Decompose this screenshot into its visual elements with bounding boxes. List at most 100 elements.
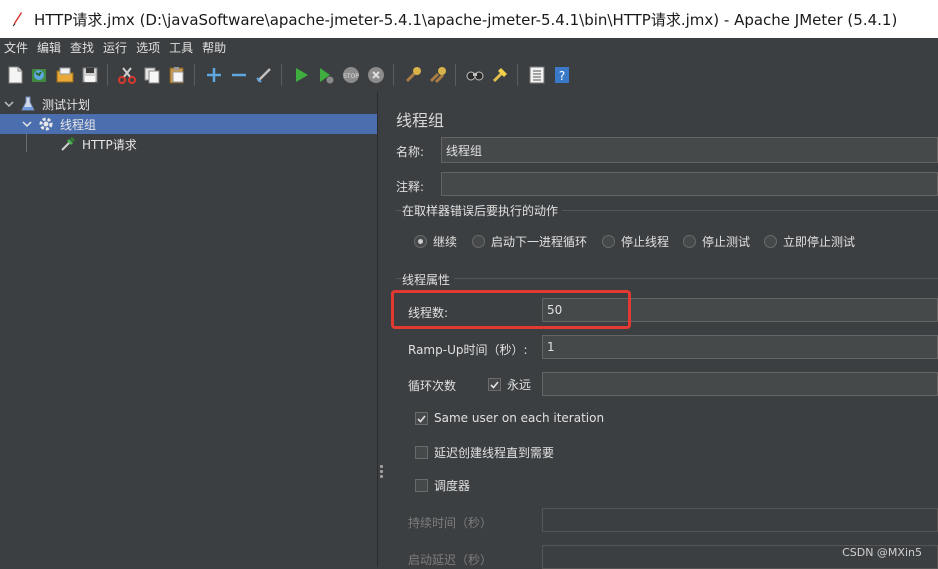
menu-file[interactable]: 文件 xyxy=(0,38,33,58)
startup-delay-label: 启动延迟（秒） xyxy=(408,553,493,567)
radio-stop-thread[interactable]: 停止线程 xyxy=(602,233,669,250)
group-border xyxy=(396,278,938,279)
rampup-label: Ramp-Up时间（秒）: xyxy=(408,343,528,357)
error-action-group-title: 在取样器错误后要执行的动作 xyxy=(402,202,563,219)
test-plan-tree: 测试计划 线程组 HTTP请求 xyxy=(0,92,377,567)
same-user-checkbox[interactable]: Same user on each iteration xyxy=(415,411,604,425)
toolbar-separator xyxy=(393,64,394,86)
radio-continue[interactable]: 继续 xyxy=(414,233,457,250)
toolbar-separator xyxy=(194,64,195,86)
tree-item-label: 线程组 xyxy=(60,117,97,132)
rampup-field[interactable]: 1 xyxy=(542,335,938,359)
checkbox-label: 延迟创建线程直到需要 xyxy=(434,446,555,460)
checkbox[interactable] xyxy=(488,378,501,391)
scheduler-checkbox[interactable]: 调度器 xyxy=(415,477,470,494)
svg-text:STOP: STOP xyxy=(343,73,359,80)
checkbox-label: 调度器 xyxy=(434,479,471,493)
cut-icon[interactable] xyxy=(117,65,137,85)
test-plan-icon xyxy=(21,96,35,111)
clear-icon[interactable] xyxy=(403,65,423,85)
open-icon[interactable] xyxy=(55,65,75,85)
checkbox-label: 永远 xyxy=(507,378,532,392)
start-no-pause-icon[interactable] xyxy=(316,65,336,85)
radio-stop-test[interactable]: 停止测试 xyxy=(683,233,750,250)
pipette-icon xyxy=(61,137,75,151)
toolbar-separator xyxy=(455,64,456,86)
chevron-down-icon[interactable] xyxy=(22,119,32,129)
radio-button[interactable] xyxy=(764,235,777,248)
page-title: 线程组 xyxy=(396,111,445,130)
checkbox[interactable] xyxy=(415,411,428,425)
window-titlebar: HTTP请求.jmx (D:\javaSoftware\apache-jmete… xyxy=(0,0,938,38)
comment-label: 注释: xyxy=(396,180,425,194)
tree-item-thread-group[interactable]: 线程组 xyxy=(0,114,377,134)
radio-button[interactable] xyxy=(602,235,615,248)
toolbar-separator xyxy=(107,64,108,86)
divider-grip-icon[interactable] xyxy=(380,465,383,479)
chevron-down-icon[interactable] xyxy=(4,99,14,109)
search-icon[interactable] xyxy=(465,65,485,85)
tree-item-http-request[interactable]: HTTP请求 xyxy=(60,134,137,154)
svg-text:?: ? xyxy=(559,69,565,83)
loop-forever-checkbox[interactable]: 永远 xyxy=(488,376,531,393)
toolbar-separator xyxy=(281,64,282,86)
tree-item-label: HTTP请求 xyxy=(82,137,137,152)
menu-help[interactable]: 帮助 xyxy=(198,38,231,58)
check-icon xyxy=(417,414,426,423)
radio-label: 立即停止测试 xyxy=(783,235,856,249)
templates-icon[interactable] xyxy=(30,65,50,85)
tree-guide-line xyxy=(26,132,27,152)
menu-run[interactable]: 运行 xyxy=(99,38,132,58)
loop-count-field[interactable] xyxy=(542,372,938,396)
window-title: HTTP请求.jmx (D:\javaSoftware\apache-jmete… xyxy=(34,10,898,29)
menu-search[interactable]: 查找 xyxy=(66,38,99,58)
expand-icon[interactable] xyxy=(204,65,224,85)
tree-item-label: 测试计划 xyxy=(42,97,91,112)
radio-label: 继续 xyxy=(433,235,458,249)
clear-all-icon[interactable] xyxy=(428,65,448,85)
radio-button[interactable] xyxy=(414,235,427,248)
watermark: CSDN @MXin5 xyxy=(842,546,922,559)
checkbox[interactable] xyxy=(415,479,428,492)
toggle-icon[interactable] xyxy=(254,65,274,85)
feather-icon xyxy=(10,11,24,27)
reset-search-icon[interactable] xyxy=(490,65,510,85)
duration-label: 持续时间（秒） xyxy=(408,516,493,530)
toolbar-separator xyxy=(517,64,518,86)
radio-stop-test-now[interactable]: 立即停止测试 xyxy=(764,233,855,250)
start-icon[interactable] xyxy=(291,65,311,85)
menu-tools[interactable]: 工具 xyxy=(165,38,198,58)
comment-field[interactable] xyxy=(441,172,938,196)
menu-options[interactable]: 选项 xyxy=(132,38,165,58)
copy-icon[interactable] xyxy=(142,65,162,85)
name-field[interactable]: 线程组 xyxy=(441,137,938,163)
stop-icon[interactable]: STOP xyxy=(341,65,361,85)
check-icon xyxy=(490,381,499,389)
radio-start-next-loop[interactable]: 启动下一进程循环 xyxy=(472,233,587,250)
help-icon[interactable]: ? xyxy=(552,65,572,85)
thread-properties-group-title: 线程属性 xyxy=(402,271,455,288)
name-label: 名称: xyxy=(396,145,425,159)
shutdown-icon[interactable] xyxy=(366,65,386,85)
highlight-box xyxy=(391,290,631,329)
tree-item-test-plan[interactable]: 测试计划 xyxy=(0,94,377,114)
thread-group-panel: 线程组 名称: 线程组 注释: 在取样器错误后要执行的动作 继续 启动下一进程循… xyxy=(386,92,938,569)
checkbox-label: Same user on each iteration xyxy=(434,411,605,425)
radio-label: 停止线程 xyxy=(621,235,670,249)
gear-icon xyxy=(39,117,53,131)
checkbox[interactable] xyxy=(415,446,428,459)
function-helper-icon[interactable] xyxy=(527,65,547,85)
radio-button[interactable] xyxy=(472,235,485,248)
new-icon[interactable] xyxy=(5,65,25,85)
toolbar: STOP ? xyxy=(0,58,938,92)
save-icon[interactable] xyxy=(80,65,100,85)
collapse-icon[interactable] xyxy=(229,65,249,85)
delay-thread-creation-checkbox[interactable]: 延迟创建线程直到需要 xyxy=(415,444,554,461)
radio-button[interactable] xyxy=(683,235,696,248)
menu-edit[interactable]: 编辑 xyxy=(33,38,66,58)
duration-field[interactable] xyxy=(542,508,938,532)
loop-count-label: 循环次数 xyxy=(408,379,457,393)
menu-bar: 文件 编辑 查找 运行 选项 工具 帮助 xyxy=(0,38,938,58)
paste-icon[interactable] xyxy=(167,65,187,85)
radio-label: 停止测试 xyxy=(702,235,751,249)
